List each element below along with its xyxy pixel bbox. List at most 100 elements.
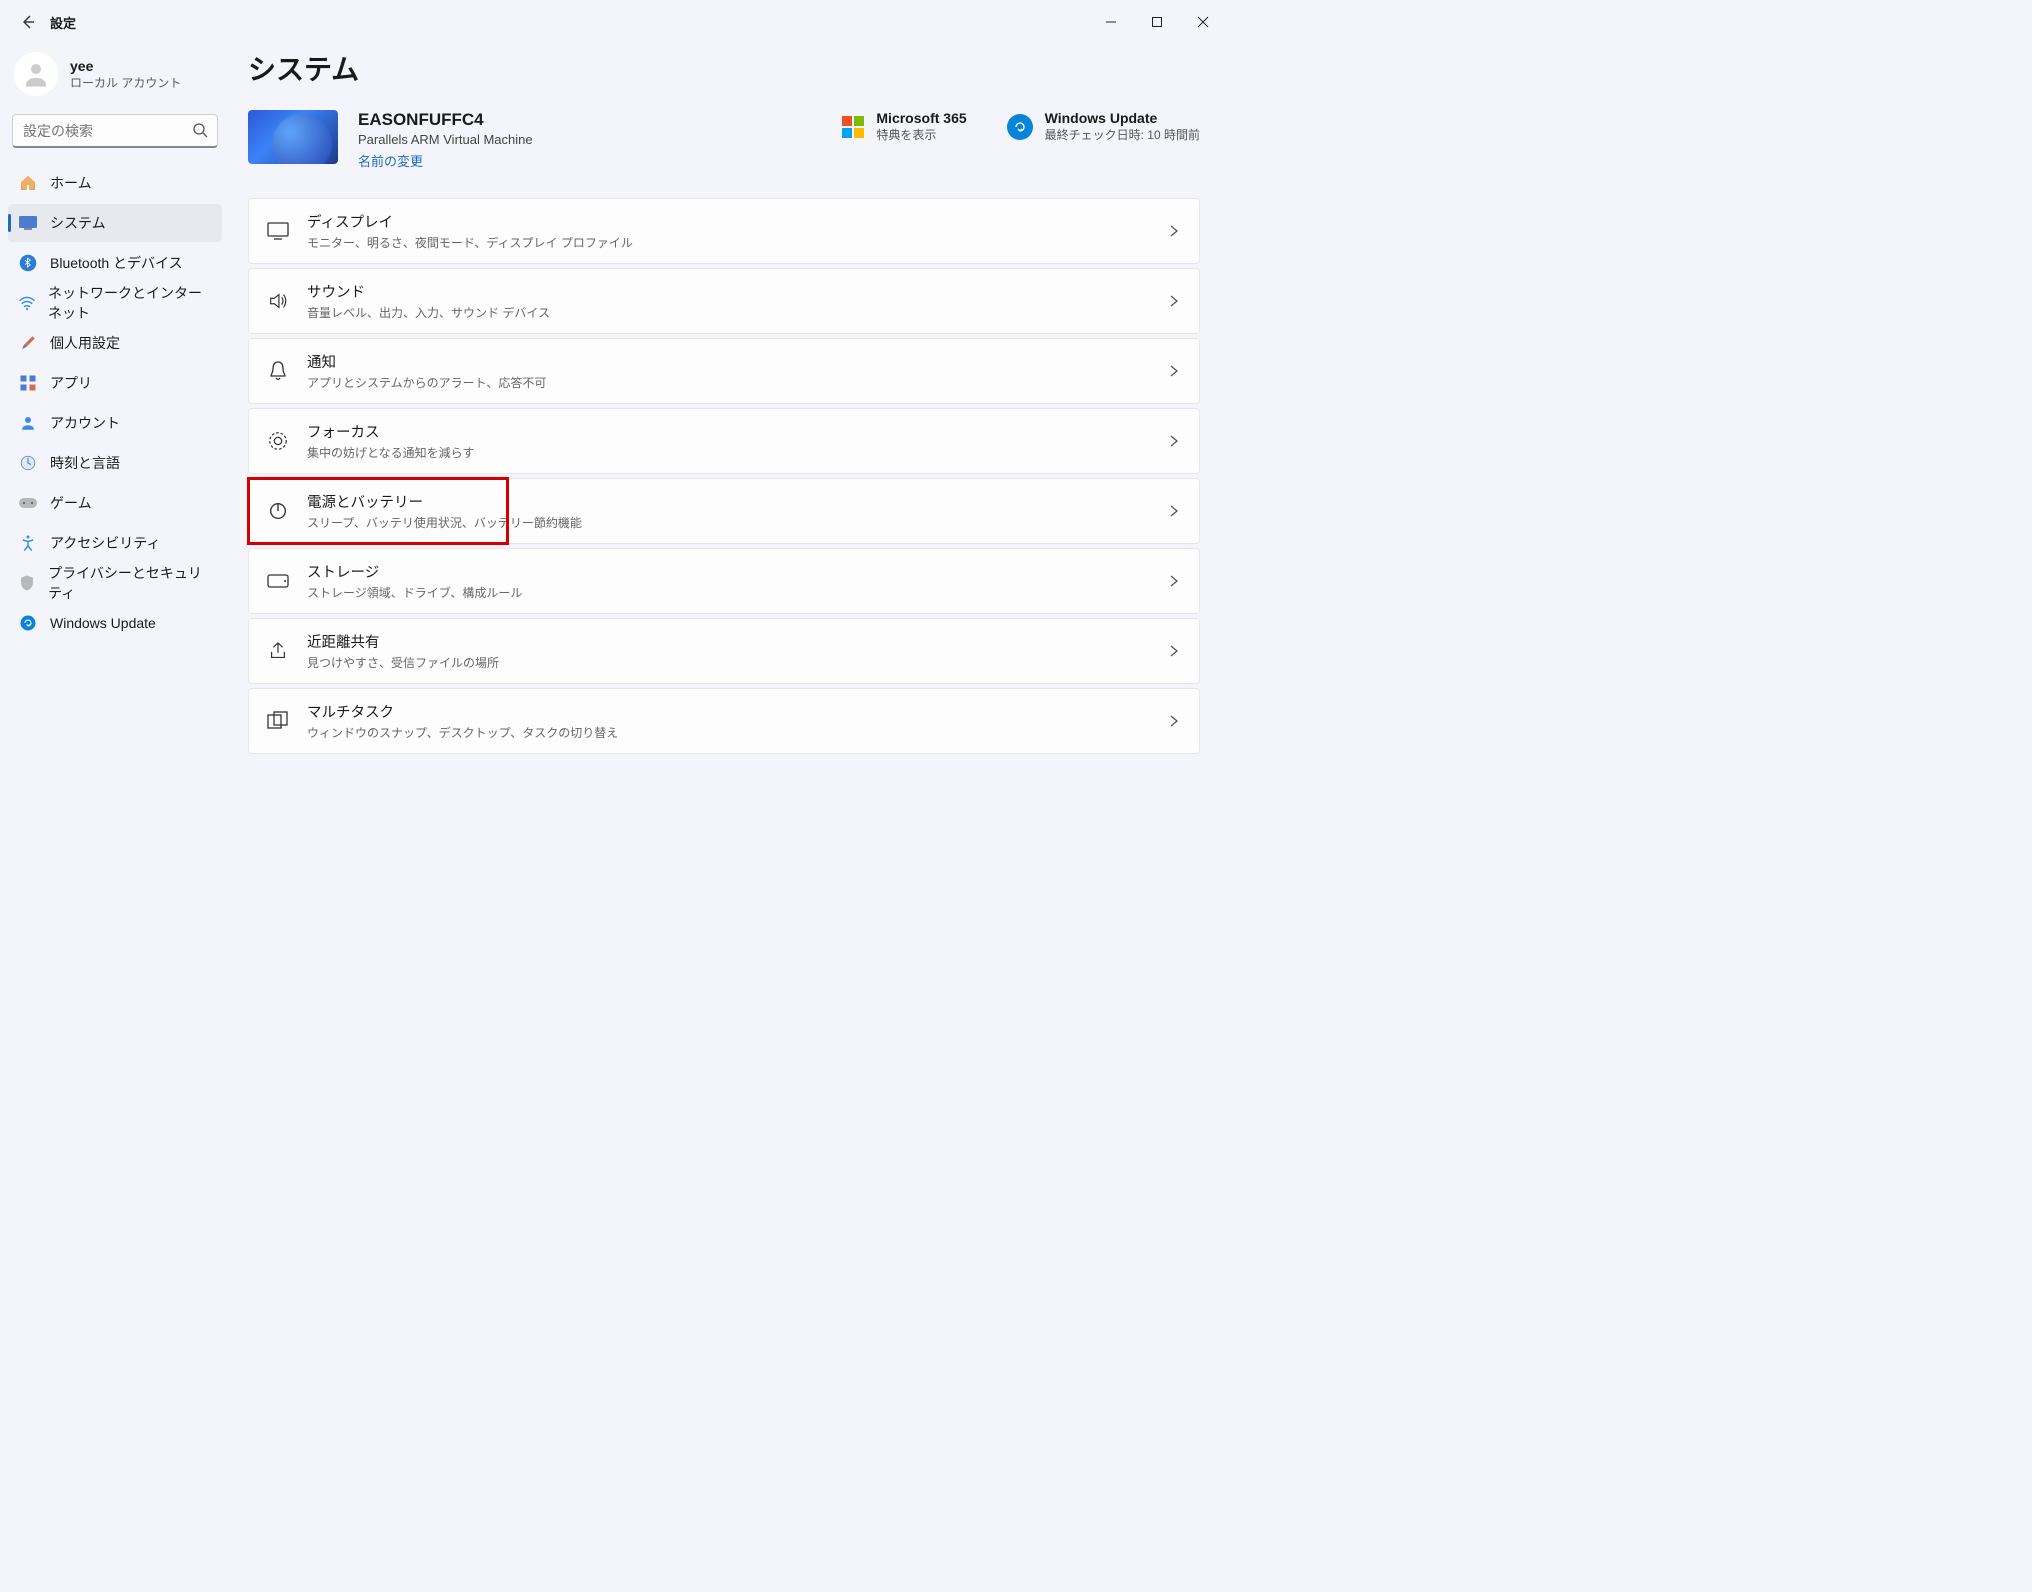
arrow-left-icon: [20, 14, 36, 30]
page-title: システム: [248, 48, 1200, 88]
nav-label: システム: [50, 213, 106, 233]
power-icon: [267, 500, 289, 522]
nav-label: Windows Update: [50, 615, 156, 631]
apps-icon: [18, 373, 38, 393]
chevron-right-icon: [1167, 294, 1181, 308]
card-display[interactable]: ディスプレイ モニター、明るさ、夜間モード、ディスプレイ プロファイル: [248, 198, 1200, 264]
close-button[interactable]: [1180, 2, 1226, 42]
maximize-button[interactable]: [1134, 2, 1180, 42]
gamepad-icon: [18, 493, 38, 513]
nav-apps[interactable]: アプリ: [8, 364, 222, 402]
microsoft-icon: [842, 116, 864, 138]
card-title: マルチタスク: [307, 701, 1149, 722]
nav-network[interactable]: ネットワークとインターネット: [8, 284, 222, 322]
nav-label: ゲーム: [50, 493, 92, 513]
nav-label: 個人用設定: [50, 333, 120, 353]
card-nearby[interactable]: 近距離共有 見つけやすさ、受信ファイルの場所: [248, 618, 1200, 684]
card-sub: スリープ、バッテリ使用状況、バッテリー節約機能: [307, 514, 1149, 531]
search-box: [12, 114, 218, 148]
nav-label: アクセシビリティ: [50, 533, 160, 553]
card-sub: 音量レベル、出力、入力、サウンド デバイス: [307, 304, 1149, 321]
card-title: 近距離共有: [307, 631, 1149, 652]
system-icon: [18, 213, 38, 233]
chevron-right-icon: [1167, 574, 1181, 588]
chevron-right-icon: [1167, 644, 1181, 658]
device-name: EASONFUFFC4: [358, 110, 533, 130]
chevron-right-icon: [1167, 364, 1181, 378]
card-sub: 見つけやすさ、受信ファイルの場所: [307, 654, 1149, 671]
accessibility-icon: [18, 533, 38, 553]
sync-icon: [1007, 114, 1033, 140]
device-row: EASONFUFFC4 Parallels ARM Virtual Machin…: [248, 110, 1200, 170]
bluetooth-icon: [18, 253, 38, 273]
card-focus[interactable]: フォーカス 集中の妨げとなる通知を減らす: [248, 408, 1200, 474]
close-icon: [1197, 16, 1209, 28]
focus-icon: [267, 430, 289, 452]
card-title: ストレージ: [307, 561, 1149, 582]
ms365-tile[interactable]: Microsoft 365 特典を表示: [842, 110, 966, 143]
card-sound[interactable]: サウンド 音量レベル、出力、入力、サウンド デバイス: [248, 268, 1200, 334]
card-notifications[interactable]: 通知 アプリとシステムからのアラート、応答不可: [248, 338, 1200, 404]
nav-label: プライバシーとセキュリティ: [48, 563, 212, 603]
storage-icon: [267, 570, 289, 592]
nav-label: アカウント: [50, 413, 120, 433]
card-title: 電源とバッテリー: [307, 491, 1149, 512]
chevron-right-icon: [1167, 224, 1181, 238]
home-icon: [18, 173, 38, 193]
card-sub: アプリとシステムからのアラート、応答不可: [307, 374, 1149, 391]
back-button[interactable]: [16, 10, 40, 34]
search-input[interactable]: [12, 114, 218, 148]
nav-home[interactable]: ホーム: [8, 164, 222, 202]
nav-update[interactable]: Windows Update: [8, 604, 222, 642]
tile-title: Microsoft 365: [876, 110, 966, 126]
share-icon: [267, 640, 289, 662]
card-sub: モニター、明るさ、夜間モード、ディスプレイ プロファイル: [307, 234, 1149, 251]
search-icon: [192, 122, 208, 138]
app-title: 設定: [50, 13, 76, 32]
main-content: システム EASONFUFFC4 Parallels ARM Virtual M…: [230, 44, 1230, 960]
card-sub: 集中の妨げとなる通知を減らす: [307, 444, 1149, 461]
nav-gaming[interactable]: ゲーム: [8, 484, 222, 522]
bell-icon: [267, 360, 289, 382]
avatar: [14, 52, 58, 96]
windows-update-tile[interactable]: Windows Update 最終チェック日時: 10 時間前: [1007, 110, 1200, 143]
chevron-right-icon: [1167, 714, 1181, 728]
minimize-button[interactable]: [1088, 2, 1134, 42]
card-title: ディスプレイ: [307, 211, 1149, 232]
titlebar: 設定: [0, 0, 1230, 44]
nav-label: アプリ: [50, 373, 92, 393]
nav-label: ネットワークとインターネット: [48, 283, 212, 323]
sound-icon: [267, 290, 289, 312]
nav-accessibility[interactable]: アクセシビリティ: [8, 524, 222, 562]
chevron-right-icon: [1167, 434, 1181, 448]
tile-sub: 特典を表示: [876, 126, 966, 143]
nav: ホーム システム Bluetooth とデバイス ネットワークとインターネット …: [8, 164, 222, 642]
card-title: サウンド: [307, 281, 1149, 302]
nav-label: ホーム: [50, 173, 92, 193]
nav-personalization[interactable]: 個人用設定: [8, 324, 222, 362]
card-multitask[interactable]: マルチタスク ウィンドウのスナップ、デスクトップ、タスクの切り替え: [248, 688, 1200, 754]
user-block[interactable]: yee ローカル アカウント: [8, 48, 222, 112]
chevron-right-icon: [1167, 504, 1181, 518]
tile-title: Windows Update: [1045, 110, 1200, 126]
nav-label: 時刻と言語: [50, 453, 120, 473]
card-title: フォーカス: [307, 421, 1149, 442]
tile-sub: 最終チェック日時: 10 時間前: [1045, 126, 1200, 143]
device-thumbnail[interactable]: [248, 110, 338, 164]
card-sub: ストレージ領域、ドライブ、構成ルール: [307, 584, 1149, 601]
card-power[interactable]: 電源とバッテリー スリープ、バッテリ使用状況、バッテリー節約機能: [248, 478, 1200, 544]
user-sub: ローカル アカウント: [70, 74, 181, 91]
nav-accounts[interactable]: アカウント: [8, 404, 222, 442]
card-title: 通知: [307, 351, 1149, 372]
nav-system[interactable]: システム: [8, 204, 222, 242]
nav-time[interactable]: 時刻と言語: [8, 444, 222, 482]
account-icon: [18, 413, 38, 433]
person-icon: [21, 59, 51, 89]
nav-privacy[interactable]: プライバシーとセキュリティ: [8, 564, 222, 602]
rename-link[interactable]: 名前の変更: [358, 151, 533, 170]
brush-icon: [18, 333, 38, 353]
nav-bluetooth[interactable]: Bluetooth とデバイス: [8, 244, 222, 282]
sidebar: yee ローカル アカウント ホーム システム Bluetooth とデバイス: [0, 44, 230, 960]
card-storage[interactable]: ストレージ ストレージ領域、ドライブ、構成ルール: [248, 548, 1200, 614]
shield-icon: [18, 573, 36, 593]
